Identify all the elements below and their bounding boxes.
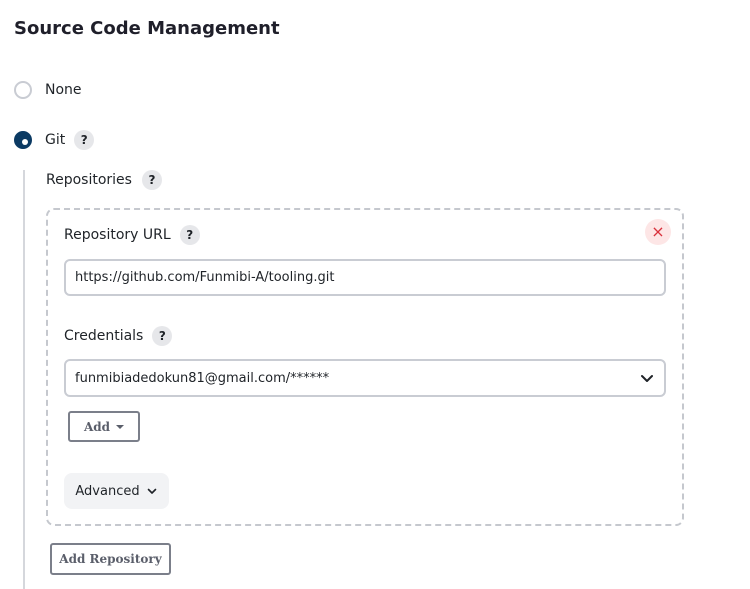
advanced-label: Advanced bbox=[75, 483, 140, 499]
repositories-label: Repositories bbox=[46, 172, 132, 188]
caret-down-icon bbox=[116, 424, 125, 429]
repository-url-label: Repository URL bbox=[64, 227, 171, 243]
radio-none-label: None bbox=[45, 82, 82, 98]
credentials-label-row: Credentials ? bbox=[64, 326, 173, 346]
repository-url-label-row: Repository URL ? bbox=[64, 225, 200, 245]
add-credentials-label: Add bbox=[83, 419, 111, 434]
chevron-down-icon bbox=[641, 375, 653, 382]
scm-option-none[interactable]: None bbox=[14, 81, 82, 99]
radio-git[interactable] bbox=[14, 131, 32, 149]
remove-repository-button[interactable]: × bbox=[645, 219, 671, 245]
radio-git-label: Git bbox=[45, 132, 66, 148]
add-credentials-button[interactable]: Add bbox=[68, 411, 140, 442]
repositories-label-row: Repositories ? bbox=[46, 170, 162, 190]
credentials-help-icon[interactable]: ? bbox=[152, 326, 173, 346]
scm-option-git[interactable]: Git ? bbox=[14, 130, 95, 150]
repository-url-help-icon[interactable]: ? bbox=[179, 225, 200, 245]
add-repository-label: Add Repository bbox=[59, 552, 162, 566]
credentials-select[interactable]: funmibiadedokun81@gmail.com/****** bbox=[64, 359, 666, 397]
add-repository-button[interactable]: Add Repository bbox=[50, 543, 171, 575]
chevron-down-icon bbox=[147, 488, 156, 494]
credentials-label: Credentials bbox=[64, 328, 144, 344]
radio-none[interactable] bbox=[14, 81, 32, 99]
section-title: Source Code Management bbox=[14, 18, 280, 39]
git-help-icon[interactable]: ? bbox=[74, 130, 95, 150]
git-section-indent-line bbox=[23, 170, 25, 589]
close-icon: × bbox=[651, 222, 665, 241]
credentials-selected-value: funmibiadedokun81@gmail.com/****** bbox=[75, 370, 330, 386]
repository-url-input[interactable] bbox=[64, 259, 666, 296]
repositories-help-icon[interactable]: ? bbox=[141, 170, 162, 190]
advanced-button[interactable]: Advanced bbox=[64, 473, 169, 509]
